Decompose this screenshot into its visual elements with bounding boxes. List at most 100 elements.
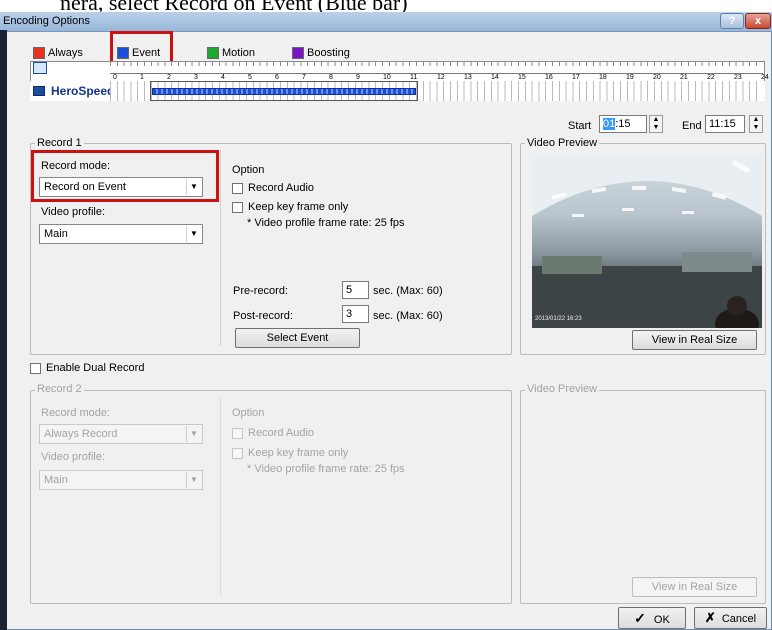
chevron-down-icon: ▼ [186, 472, 201, 488]
view-real-size-button[interactable]: View in Real Size [632, 330, 757, 350]
record2-keyframe-checkbox[interactable]: Keep key frame only [232, 447, 348, 459]
window-edge [0, 30, 7, 630]
end-time-field[interactable]: 11:15 [705, 115, 745, 133]
video-profile-label: Video profile: [41, 206, 106, 218]
record-audio-checkbox[interactable]: Record Audio [232, 182, 314, 194]
record2-profile-label: Video profile: [41, 451, 106, 463]
camera-name[interactable]: HeroSpeed [51, 84, 114, 98]
selected-range[interactable] [150, 81, 418, 101]
hour-tick-24: 24 [761, 74, 769, 81]
checkbox-icon [232, 427, 243, 439]
record-mode-highlight-box [31, 150, 219, 202]
hour-tick-2: 2 [167, 74, 171, 81]
legend-motion[interactable]: Motion [207, 46, 255, 60]
record2-group [30, 390, 512, 604]
start-hour-selected: 01 [603, 118, 616, 130]
record2-mode-select[interactable]: Always Record ▼ [39, 424, 203, 444]
record2-mode-value: Always Record [44, 428, 118, 440]
title-bar [0, 12, 772, 32]
record1-title: Record 1 [35, 137, 84, 149]
record1-divider [220, 150, 221, 346]
pre-record-input[interactable]: 5 [342, 281, 369, 299]
always-color-swatch [33, 47, 45, 59]
video-profile-select[interactable]: Main ▼ [39, 224, 203, 244]
chevron-down-icon: ▼ [186, 426, 201, 442]
record2-profile-select[interactable]: Main ▼ [39, 470, 203, 490]
ok-label: OK [653, 614, 670, 626]
hour-tick-23: 23 [734, 74, 742, 81]
hour-tick-13: 13 [464, 74, 472, 81]
hour-tick-12: 12 [437, 74, 445, 81]
hour-tick-16: 16 [545, 74, 553, 81]
legend-always[interactable]: Always [33, 46, 83, 60]
hour-tick-1: 1 [140, 74, 144, 81]
enable-dual-record-checkbox[interactable]: Enable Dual Record [30, 362, 144, 374]
checkbox-icon [232, 201, 243, 213]
record-audio-label: Record Audio [248, 182, 315, 194]
ok-button[interactable]: ✓ OK [618, 607, 686, 629]
pre-record-unit: sec. (Max: 60) [373, 285, 443, 297]
hour-tick-18: 18 [599, 74, 607, 81]
hour-tick-11: 11 [410, 74, 418, 81]
video-timestamp: 2013/01/22 16:23 [535, 316, 582, 322]
start-time-field[interactable]: 01:15 [599, 115, 647, 133]
pre-record-label: Pre-record: [233, 285, 289, 297]
hour-tick-19: 19 [626, 74, 634, 81]
hour-tick-4: 4 [221, 74, 225, 81]
hour-tick-8: 8 [329, 74, 333, 81]
post-record-label: Post-record: [233, 310, 293, 322]
close-icon: ✗ [704, 610, 716, 625]
close-button[interactable]: x [745, 13, 771, 29]
camera-icon [33, 86, 45, 96]
hour-tick-21: 21 [680, 74, 688, 81]
start-time-spinner[interactable]: ▲ ▼ [649, 115, 663, 133]
hour-tick-9: 9 [356, 74, 360, 81]
video-preview-image [532, 156, 762, 328]
record2-audio-label: Record Audio [248, 427, 315, 439]
chevron-down-icon: ▼ [186, 226, 201, 242]
boosting-color-swatch [292, 47, 304, 59]
record2-title: Record 2 [35, 383, 84, 395]
video-frame-svg [532, 156, 762, 328]
record2-fps-note: * Video profile frame rate: 25 fps [247, 463, 405, 475]
legend-motion-label: Motion [222, 47, 256, 59]
keyframe-checkbox[interactable]: Keep key frame only [232, 201, 348, 213]
hour-tick-3: 3 [194, 74, 198, 81]
view-real-size2-button[interactable]: View in Real Size [632, 577, 757, 597]
record2-mode-label: Record mode: [41, 407, 111, 419]
video-preview-title: Video Preview [525, 137, 600, 149]
checkmark-icon: ✓ [634, 610, 646, 626]
legend-boosting[interactable]: Boosting [292, 46, 350, 60]
hour-tick-7: 7 [302, 74, 306, 81]
hour-tick-6: 6 [275, 74, 279, 81]
hour-tick-17: 17 [572, 74, 580, 81]
event-color-swatch [117, 47, 129, 59]
legend-boosting-label: Boosting [307, 47, 350, 59]
post-record-input[interactable]: 3 [342, 305, 369, 323]
select-event-button[interactable]: Select Event [235, 328, 360, 348]
record2-audio-checkbox[interactable]: Record Audio [232, 427, 314, 439]
start-minute: :15 [615, 118, 631, 130]
hour-tick-22: 22 [707, 74, 715, 81]
help-button[interactable]: ? [720, 13, 744, 29]
schedule-icon[interactable] [33, 62, 47, 74]
legend-event[interactable]: Event [117, 46, 160, 60]
checkbox-icon [30, 362, 41, 374]
hour-tick-20: 20 [653, 74, 661, 81]
keyframe-label: Keep key frame only [248, 201, 349, 213]
fps-note: * Video profile frame rate: 25 fps [247, 217, 405, 229]
end-time-spinner[interactable]: ▲ ▼ [749, 115, 763, 133]
record2-keyframe-label: Keep key frame only [248, 447, 349, 459]
record2-option-label: Option [232, 407, 265, 419]
record2-divider [220, 398, 221, 596]
start-label: Start [568, 120, 592, 132]
video-preview2-title: Video Preview [525, 383, 600, 395]
hour-tick-15: 15 [518, 74, 526, 81]
hour-tick-5: 5 [248, 74, 252, 81]
motion-color-swatch [207, 47, 219, 59]
hour-tick-14: 14 [491, 74, 499, 81]
checkbox-icon [232, 182, 243, 194]
checkbox-icon [232, 447, 243, 459]
cancel-button[interactable]: ✗ Cancel [694, 607, 767, 629]
legend-always-label: Always [48, 47, 83, 59]
